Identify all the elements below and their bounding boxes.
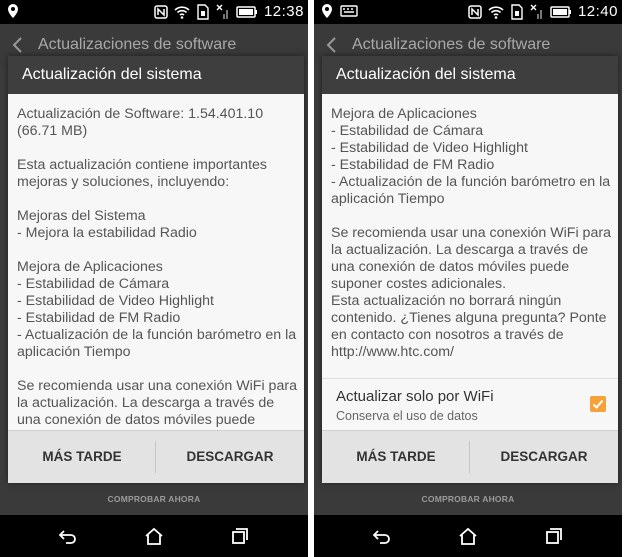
- home-icon[interactable]: [144, 526, 164, 546]
- navigation-bar: [0, 515, 308, 557]
- wifi-recommendation-text: Se recomienda usar una conexión WiFi par…: [17, 378, 297, 428]
- status-bar: 12:38: [0, 0, 308, 24]
- wifi-icon: [174, 5, 190, 19]
- dialog-header: Actualización del sistema: [322, 56, 618, 94]
- location-icon: [8, 4, 18, 18]
- back-icon[interactable]: [58, 526, 78, 546]
- system-improvements-text: Mejoras del Sistema - Mejora la estabili…: [17, 208, 197, 241]
- action-bar-title: Actualizaciones de software: [38, 36, 237, 53]
- check-now-button[interactable]: COMPROBAR AHORA: [0, 494, 308, 504]
- wifi-only-checkbox[interactable]: [590, 396, 606, 412]
- location-icon: [322, 4, 332, 18]
- app-improvements-text: Mejora de Aplicaciones - Estabilidad de …: [331, 106, 611, 207]
- wifi-only-sublabel: Conserva el uso de datos: [336, 409, 478, 423]
- sim-icon: [197, 3, 209, 20]
- dialog-body[interactable]: Actualización de Software: 1.54.401.10 (…: [8, 94, 304, 430]
- wifi-only-label: Actualizar solo por WiFi: [336, 388, 494, 405]
- home-icon[interactable]: [458, 526, 478, 546]
- navigation-bar: [314, 515, 622, 557]
- later-button[interactable]: MÁS TARDE: [322, 431, 470, 483]
- system-update-dialog: Actualización del sistema Actualización …: [8, 56, 304, 483]
- check-now-bar: COMPROBAR AHORA: [314, 481, 622, 515]
- dialog-body[interactable]: Mejora de Aplicaciones - Estabilidad de …: [322, 94, 618, 430]
- recent-apps-icon[interactable]: [544, 526, 564, 546]
- dialog-title: Actualización del sistema: [336, 66, 516, 83]
- check-now-button[interactable]: COMPROBAR AHORA: [314, 494, 622, 504]
- dialog-button-bar: MÁS TARDE DESCARGAR: [8, 430, 304, 483]
- phone-screen-left: 12:38 Actualizaciones de software COMPRO…: [0, 0, 308, 557]
- wifi-recommendation-text: Se recomienda usar una conexión WiFi par…: [331, 225, 611, 292]
- update-description-text: Esta actualización contiene importantes …: [17, 157, 267, 190]
- back-chevron-icon[interactable]: [324, 36, 338, 54]
- wifi-only-option[interactable]: Actualizar solo por WiFi Conserva el uso…: [322, 378, 618, 430]
- wifi-icon: [488, 5, 504, 19]
- status-bar: 12:40: [314, 0, 622, 24]
- download-button[interactable]: DESCARGAR: [156, 431, 304, 483]
- dialog-header: Actualización del sistema: [8, 56, 304, 94]
- back-icon[interactable]: [372, 526, 392, 546]
- dialog-button-bar: MÁS TARDE DESCARGAR: [322, 430, 618, 483]
- nfc-icon: [468, 4, 482, 19]
- back-chevron-icon[interactable]: [10, 36, 24, 54]
- signal-off-icon: [530, 4, 542, 19]
- action-bar-title: Actualizaciones de software: [352, 36, 551, 53]
- dialog-message: Actualización de Software: 1.54.401.10 (…: [17, 106, 301, 429]
- signal-off-icon: [216, 4, 228, 19]
- nfc-icon: [154, 4, 168, 19]
- status-time: 12:38: [263, 3, 304, 20]
- download-button[interactable]: DESCARGAR: [470, 431, 618, 483]
- check-now-bar: COMPROBAR AHORA: [0, 481, 308, 515]
- battery-icon: [236, 5, 257, 18]
- keyboard-icon: [340, 5, 358, 17]
- battery-icon: [550, 5, 571, 18]
- no-data-loss-text: Esta actualización no borrará ningún con…: [331, 293, 607, 360]
- dialog-title: Actualización del sistema: [22, 66, 202, 83]
- update-version-text: Actualización de Software: 1.54.401.10 (…: [17, 106, 264, 139]
- dialog-message: Mejora de Aplicaciones - Estabilidad de …: [331, 106, 615, 378]
- system-update-dialog: Actualización del sistema Mejora de Apli…: [322, 56, 618, 483]
- recent-apps-icon[interactable]: [230, 526, 250, 546]
- status-time: 12:40: [577, 3, 618, 20]
- app-improvements-text: Mejora de Aplicaciones - Estabilidad de …: [17, 259, 297, 360]
- phone-screen-right: 12:40 Actualizaciones de software COMPRO…: [314, 0, 622, 557]
- sim-icon: [511, 3, 523, 20]
- later-button[interactable]: MÁS TARDE: [8, 431, 156, 483]
